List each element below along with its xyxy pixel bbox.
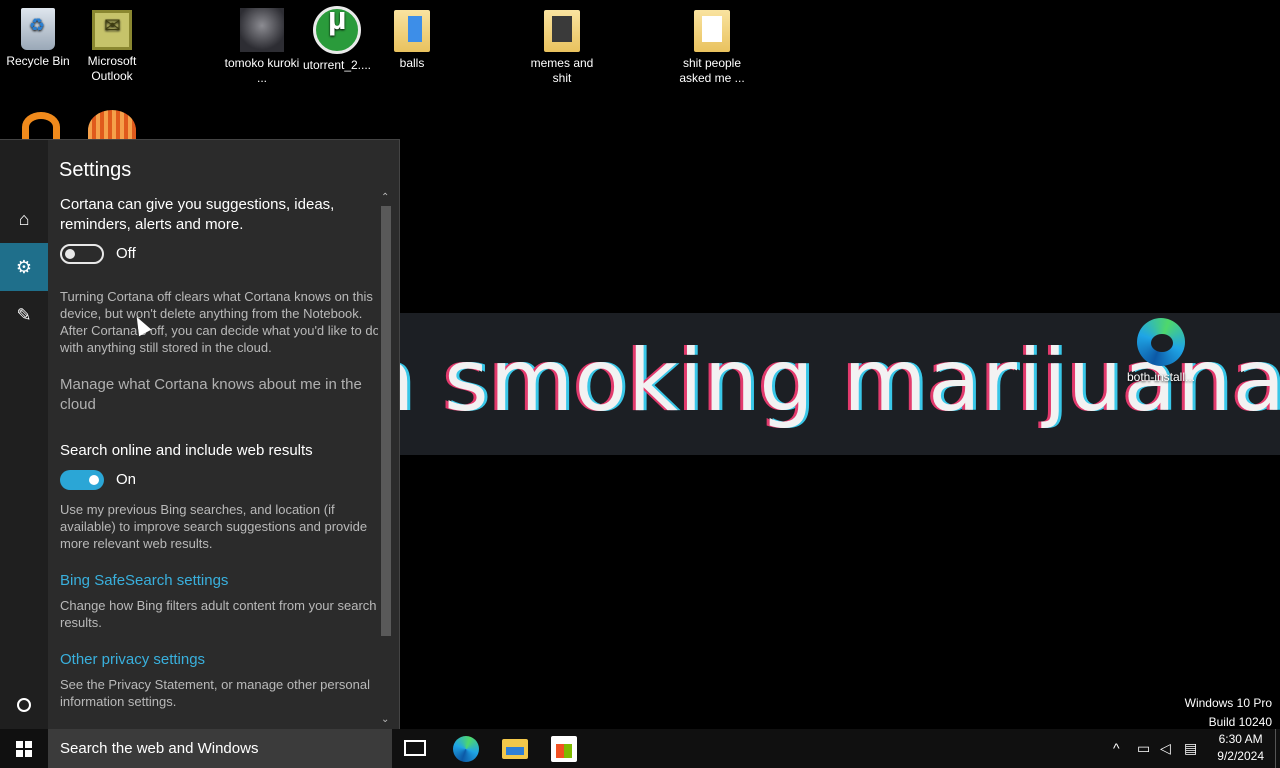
cortana-toggle[interactable] xyxy=(60,244,104,264)
watermark-edition: Windows 10 Pro xyxy=(1184,696,1272,710)
folder-icon xyxy=(394,10,430,52)
safesearch-description: Change how Bing filters adult content fr… xyxy=(60,598,377,630)
clock[interactable]: 6:30 AM 9/2/2024 xyxy=(1217,731,1264,765)
desktop-icon-outlook[interactable]: Microsoft Outlook xyxy=(74,10,150,84)
desktop-icon-tomoko[interactable]: tomoko kuroki ... xyxy=(224,8,300,86)
desktop-icon-shit-people[interactable]: shit people asked me ... xyxy=(674,10,750,86)
recycle-bin-icon xyxy=(21,8,55,50)
page-title: Settings xyxy=(59,159,132,181)
action-center-icon[interactable]: ▤ xyxy=(1184,729,1197,768)
desktop-icon-label: utorrent_2.... xyxy=(302,58,372,72)
desktop-icon-edge-installer[interactable]: both-install... xyxy=(1123,318,1199,385)
web-results-heading: Search online and include web results xyxy=(60,442,313,459)
desktop-icon-memes[interactable]: memes and shit xyxy=(524,10,600,86)
edge-icon xyxy=(1137,318,1185,366)
feedback-button[interactable]: ✎ xyxy=(0,291,48,339)
scrollbar-thumb[interactable] xyxy=(381,206,391,636)
scroll-down-arrow-icon[interactable]: ⌄ xyxy=(381,714,389,725)
clock-time: 6:30 AM xyxy=(1218,732,1263,746)
desktop-icon-label: Recycle Bin xyxy=(6,54,70,68)
folder-icon xyxy=(544,10,580,52)
cortana-toggle-label: Off xyxy=(116,245,136,262)
edge-taskbar-icon[interactable] xyxy=(453,736,479,762)
task-view-icon[interactable] xyxy=(404,740,426,756)
hamburger-menu-button[interactable] xyxy=(0,147,48,195)
web-results-toggle[interactable] xyxy=(60,470,104,490)
cortana-rail: ⌂ ⚙ ✎ xyxy=(0,140,48,729)
tray-chevron-up-icon[interactable]: ^ xyxy=(1113,729,1120,768)
outlook-icon xyxy=(92,10,132,50)
desktop-icon-label: memes and shit xyxy=(530,56,594,85)
gear-icon: ⚙ xyxy=(15,256,33,277)
web-results-description: Use my previous Bing searches, and locat… xyxy=(60,502,368,551)
desktop-icon-label: both-install... xyxy=(1126,370,1196,384)
settings-content: Settings Cortana can give you suggestion… xyxy=(48,140,378,730)
store-icon[interactable] xyxy=(551,736,577,762)
desktop-icon-label: shit people asked me ... xyxy=(679,56,745,85)
desktop-icon-label: Microsoft Outlook xyxy=(87,54,137,83)
file-explorer-icon[interactable] xyxy=(502,739,528,759)
desktop-icon-utorrent[interactable]: utorrent_2.... xyxy=(299,6,375,73)
cortana-circle-button[interactable] xyxy=(0,681,48,729)
utorrent-icon xyxy=(313,6,361,54)
privacy-description: See the Privacy Statement, or manage oth… xyxy=(60,677,371,709)
web-results-toggle-label: On xyxy=(116,471,137,488)
show-desktop-button[interactable] xyxy=(1275,729,1280,768)
home-icon: ⌂ xyxy=(18,208,30,229)
settings-rail-button[interactable]: ⚙ xyxy=(0,243,48,291)
feedback-icon: ✎ xyxy=(16,304,32,325)
windows-watermark: Windows 10 Pro Build 10240 xyxy=(1185,694,1272,732)
desktop-icon-balls[interactable]: balls xyxy=(374,10,450,71)
scroll-up-arrow-icon[interactable]: ⌃ xyxy=(381,192,389,203)
suggestions-text: Cortana can give you suggestions, ideas,… xyxy=(60,196,335,233)
privacy-settings-link[interactable]: Other privacy settings xyxy=(60,651,378,668)
app-shortcut-icon[interactable] xyxy=(22,112,60,142)
windows-logo-icon xyxy=(16,740,32,757)
desktop-icon-label: tomoko kuroki ... xyxy=(224,56,300,85)
cortana-off-description: Turning Cortana off clears what Cortana … xyxy=(60,289,378,355)
desktop-icon-recycle-bin[interactable]: Recycle Bin xyxy=(0,8,76,69)
network-icon[interactable]: ▭ xyxy=(1137,729,1150,768)
start-button[interactable] xyxy=(0,729,48,768)
image-icon xyxy=(240,8,284,52)
volume-muted-icon[interactable]: ◁ xyxy=(1160,729,1171,768)
home-button[interactable]: ⌂ xyxy=(0,195,48,243)
cortana-panel: ⌂ ⚙ ✎ Settings Cortana can give you sugg… xyxy=(0,139,400,729)
desktop-icon-label: balls xyxy=(399,56,425,70)
folder-icon xyxy=(694,10,730,52)
taskbar: Search the web and Windows ^ ▭ ◁ ▤ 6:30 … xyxy=(0,729,1280,768)
manage-cloud-link[interactable]: Manage what Cortana knows about me in th… xyxy=(60,375,370,415)
clock-date: 9/2/2024 xyxy=(1217,749,1264,763)
taskbar-search-box[interactable]: Search the web and Windows xyxy=(48,729,392,768)
safesearch-link[interactable]: Bing SafeSearch settings xyxy=(60,572,378,589)
cortana-circle-icon xyxy=(17,698,31,712)
